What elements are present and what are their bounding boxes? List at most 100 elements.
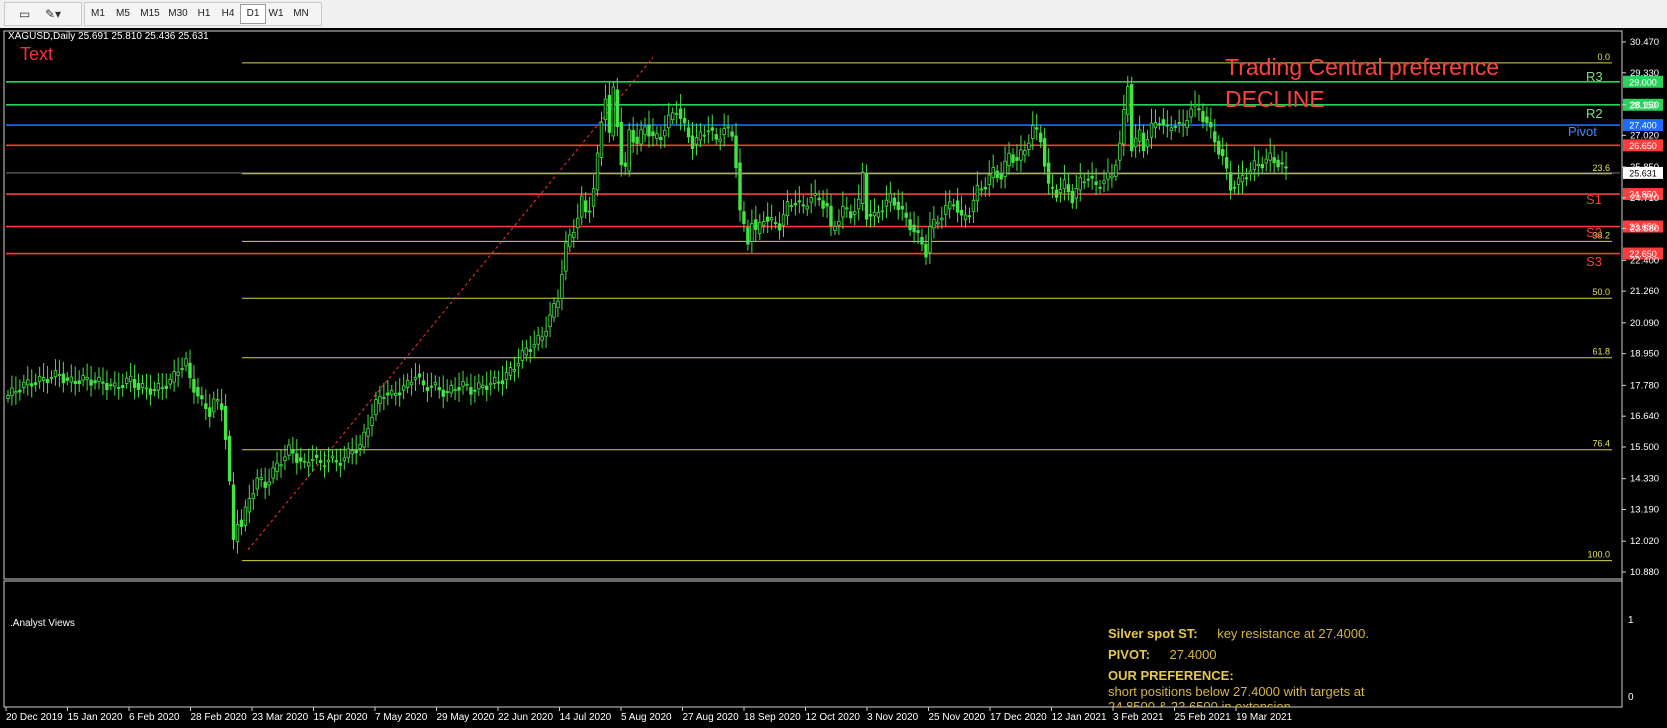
- timeframe-h4-button[interactable]: H4: [216, 5, 240, 23]
- candle-body: [283, 456, 287, 461]
- candle-body: [26, 379, 30, 386]
- chart-window-icon[interactable]: ▭: [19, 6, 30, 22]
- timeframe-m5-button[interactable]: M5: [110, 5, 136, 23]
- candle-body: [750, 222, 754, 242]
- candle-body: [128, 375, 133, 382]
- candle-body: [1284, 166, 1288, 169]
- candle-body: [1086, 178, 1090, 181]
- candle-body: [208, 407, 212, 417]
- candle-body: [528, 349, 532, 353]
- price-axis-label: 24.710: [1630, 193, 1659, 204]
- candle-body: [1228, 172, 1233, 191]
- candle-body: [1224, 157, 1229, 169]
- candle-body: [928, 226, 932, 253]
- candle-body: [235, 524, 240, 543]
- date-axis-label: 17 Dec 2020: [990, 712, 1047, 723]
- candle-body: [876, 211, 881, 218]
- price-axis-label: 28.150: [1630, 100, 1659, 111]
- text-label[interactable]: Text: [20, 44, 53, 65]
- candle-body: [971, 199, 976, 213]
- level-name-r2: R2: [1586, 105, 1603, 121]
- candle-body: [785, 201, 790, 217]
- candle-body: [694, 137, 699, 145]
- candle-body: [999, 173, 1003, 180]
- candle-body: [615, 89, 620, 127]
- candle-body: [1232, 186, 1237, 189]
- fib-level-label: 0.0: [1597, 52, 1610, 62]
- pivot-price-label: 27.400: [1629, 121, 1657, 131]
- date-axis-label: 3 Feb 2021: [1113, 712, 1164, 723]
- fib-level-label: 61.8: [1592, 347, 1610, 357]
- candle-body: [1082, 181, 1086, 184]
- date-axis-label: 27 Aug 2020: [682, 712, 739, 723]
- candle-body: [734, 135, 738, 169]
- candle-body: [963, 214, 968, 221]
- date-axis-label: 18 Sep 2020: [744, 712, 801, 723]
- timeframe-mn-button[interactable]: MN: [288, 5, 314, 23]
- candle-body: [358, 444, 362, 449]
- candle-body: [346, 448, 350, 459]
- candle-body: [1035, 127, 1039, 130]
- price-axis-label: 10.880: [1630, 567, 1659, 578]
- timeframe-m15-button[interactable]: M15: [136, 5, 164, 23]
- candle-body: [583, 200, 588, 213]
- candle-body: [263, 481, 267, 488]
- level-name-s1: S1: [1586, 192, 1602, 208]
- timeframe-w1-button[interactable]: W1: [264, 5, 288, 23]
- timeframe-h1-button[interactable]: H1: [192, 5, 216, 23]
- candle-body: [69, 376, 73, 383]
- candle-body: [908, 219, 912, 231]
- candle-body: [532, 344, 536, 348]
- candle-body: [1019, 149, 1023, 161]
- candle-body: [140, 383, 145, 388]
- candle-body: [833, 226, 837, 231]
- candle-body: [85, 377, 89, 380]
- date-axis-label: 28 Feb 2020: [190, 712, 247, 723]
- candle-body: [445, 391, 449, 393]
- candle-body: [409, 381, 414, 386]
- candle-body: [1141, 132, 1146, 152]
- candle-body: [188, 362, 192, 379]
- price-axis-label: 30.470: [1630, 37, 1659, 48]
- timeframe-m30-button[interactable]: M30: [164, 5, 192, 23]
- candle-body: [647, 124, 651, 137]
- candle-body: [595, 152, 600, 191]
- candle-body: [1244, 177, 1249, 180]
- drawing-tools-icon[interactable]: ✎▾: [45, 6, 61, 22]
- candle-body: [105, 383, 109, 391]
- date-axis-label: 25 Feb 2021: [1174, 712, 1231, 723]
- trading-central-title: Trading Central preference: [1225, 54, 1500, 80]
- chart-window[interactable]: 0.0 23.6 38.2 50.0 61.8 76.4 100.0 29.000 28.150…: [0, 28, 1667, 728]
- timeframe-m1-button[interactable]: M1: [86, 5, 110, 23]
- candle-body: [1268, 152, 1272, 161]
- price-chart[interactable]: 0.023.638.250.061.876.4100.029.00028.150…: [0, 28, 1667, 728]
- candle-body: [41, 377, 46, 381]
- candle-body: [204, 403, 208, 410]
- level-name-s2: S2: [1586, 224, 1602, 240]
- candle-body: [97, 376, 101, 382]
- candle-body: [156, 382, 161, 391]
- candle-body: [247, 498, 252, 513]
- candle-body: [1114, 164, 1118, 177]
- candle-body: [975, 184, 980, 202]
- candle-body: [160, 387, 164, 390]
- chart-tools-group: ▭ ✎▾: [4, 2, 82, 26]
- candle-body: [37, 375, 42, 382]
- candle-body: [496, 381, 501, 384]
- candle-body: [623, 162, 627, 167]
- candle-body: [1181, 123, 1185, 126]
- main-plot-frame: [3, 30, 1623, 580]
- candle-body: [374, 399, 378, 415]
- candle-body: [251, 493, 255, 499]
- date-axis-label: 23 Mar 2020: [252, 712, 309, 723]
- candle-body: [22, 381, 26, 388]
- candle-body: [255, 477, 259, 490]
- subwindow-axis-top: 1: [1628, 615, 1634, 626]
- candle-body: [259, 477, 263, 480]
- candle-body: [1027, 142, 1031, 150]
- candle-body: [781, 214, 786, 226]
- candle-body: [299, 457, 303, 462]
- date-axis-label: 12 Jan 2021: [1051, 712, 1107, 723]
- timeframe-d1-button[interactable]: D1: [240, 4, 266, 24]
- candle-body: [184, 358, 188, 367]
